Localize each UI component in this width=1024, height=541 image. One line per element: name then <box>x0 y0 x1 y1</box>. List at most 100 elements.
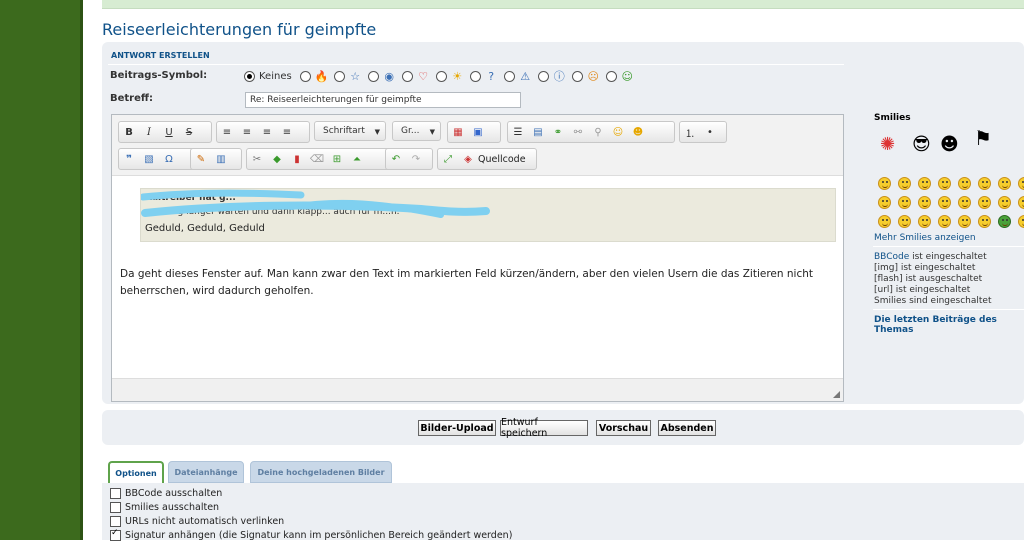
align-left-icon[interactable]: ≡ <box>217 122 237 142</box>
mrgreen-icon[interactable] <box>958 215 971 228</box>
tab-attachments[interactable]: Dateianhänge <box>168 461 244 483</box>
dizzy-smiley-icon[interactable]: ✺ <box>880 134 895 155</box>
radio-info[interactable] <box>537 71 549 82</box>
mad-icon[interactable] <box>938 196 951 209</box>
undo-icon[interactable]: ↶ <box>386 149 406 169</box>
wink-icon[interactable] <box>918 177 931 190</box>
bullet-list-icon[interactable]: • <box>700 122 720 142</box>
option-attach-signature[interactable]: Signatur anhängen (die Signatur kann im … <box>110 528 512 541</box>
confused-icon[interactable] <box>938 177 951 190</box>
evil-icon[interactable] <box>978 196 991 209</box>
bold-button[interactable]: B <box>119 122 139 142</box>
link-icon[interactable]: ⚭ <box>548 122 568 142</box>
maximize-icon[interactable]: ⤢ <box>438 149 458 169</box>
fan-smiley-icon[interactable]: ☻ <box>940 134 959 155</box>
save-draft-button[interactable]: Entwurf speichern <box>500 417 588 439</box>
radio-heart[interactable] <box>401 71 413 82</box>
rolleyes-icon[interactable] <box>898 196 911 209</box>
upload-button[interactable]: Bilder-Upload <box>418 420 496 436</box>
list-insert-icon[interactable]: ☰ <box>508 122 528 142</box>
image-insert-icon[interactable]: ▣ <box>468 122 488 142</box>
map-icon[interactable]: ◆ <box>267 149 287 169</box>
france-smiley-icon[interactable]: ⚑ <box>974 126 992 150</box>
up-icon[interactable]: ⏶ <box>347 149 367 169</box>
italic-button[interactable]: I <box>139 122 159 142</box>
smile-icon[interactable] <box>878 177 891 190</box>
idea-icon[interactable] <box>918 215 931 228</box>
ordered-list-icon[interactable]: ⒈ <box>680 122 700 142</box>
align-justify-icon[interactable]: ≡ <box>277 122 297 142</box>
grid-icon[interactable]: ⊞ <box>327 149 347 169</box>
strike-button[interactable]: S <box>179 122 199 142</box>
shock-icon[interactable] <box>998 177 1011 190</box>
pdf-icon[interactable]: ▮ <box>287 149 307 169</box>
symbol-icon[interactable]: Ω <box>159 149 179 169</box>
question-smiley-icon[interactable] <box>898 215 911 228</box>
razz-icon[interactable] <box>958 196 971 209</box>
laugh-icon[interactable] <box>958 177 971 190</box>
radio-shocked[interactable] <box>367 71 379 82</box>
checkbox[interactable] <box>110 488 121 499</box>
checkbox[interactable] <box>110 516 121 527</box>
neutral-icon[interactable] <box>1018 196 1024 209</box>
resize-grip-icon[interactable] <box>833 391 840 398</box>
radio-star[interactable] <box>333 71 345 82</box>
redo-icon[interactable]: ↷ <box>406 149 426 169</box>
doc-icon[interactable]: ▥ <box>211 149 231 169</box>
quote-icon[interactable]: ❞ <box>119 149 139 169</box>
media-group: ✎ ▥ <box>190 148 242 170</box>
scissors-icon[interactable]: ✂ <box>247 149 267 169</box>
align-group: ≡ ≡ ≡ ≡ <box>216 121 310 143</box>
exclaim-icon[interactable] <box>878 215 891 228</box>
submit-button[interactable]: Absenden <box>658 420 716 436</box>
preview-button[interactable]: Vorschau <box>596 420 651 436</box>
source-button[interactable]: Quellcode <box>478 154 526 165</box>
more-smilies-link[interactable]: Mehr Smilies anzeigen <box>874 233 976 243</box>
checkbox[interactable] <box>110 502 121 513</box>
grin-icon[interactable] <box>898 177 911 190</box>
radio-fire[interactable] <box>299 71 311 82</box>
cool-icon[interactable] <box>1018 177 1024 190</box>
option-disable-bbcode[interactable]: BBCode ausschalten <box>110 488 222 499</box>
smiley-icon[interactable]: ☻ <box>628 122 648 142</box>
green-smiley-icon[interactable] <box>998 215 1011 228</box>
anchor-icon[interactable]: ⚲ <box>588 122 608 142</box>
align-right-icon[interactable]: ≡ <box>257 122 277 142</box>
radio-none[interactable] <box>244 71 255 82</box>
tongue-icon[interactable] <box>878 196 891 209</box>
radio-question[interactable] <box>469 71 481 82</box>
twisted-icon[interactable] <box>998 196 1011 209</box>
table-icon[interactable]: ▤ <box>528 122 548 142</box>
align-center-icon[interactable]: ≡ <box>237 122 257 142</box>
list-group: ⒈ • <box>679 121 727 143</box>
radio-warning[interactable] <box>503 71 515 82</box>
arrow-icon[interactable] <box>938 215 951 228</box>
subject-input[interactable]: Re: Reiseerleichterungen für geimpfte <box>245 92 521 108</box>
smiley-menu-icon[interactable]: ☺ <box>608 122 628 142</box>
underline-button[interactable]: U <box>159 122 179 142</box>
clear-format-icon[interactable]: ⌫ <box>307 149 327 169</box>
code-icon[interactable]: ▧ <box>139 149 159 169</box>
option-no-autolink[interactable]: URLs nicht automatisch verlinken <box>110 516 284 527</box>
radio-happy[interactable] <box>605 71 617 82</box>
tab-uploaded-images[interactable]: Deine hochgeladenen Bilder <box>250 461 392 483</box>
edit-doc-icon[interactable]: ✎ <box>191 149 211 169</box>
radio-sun[interactable] <box>435 71 447 82</box>
tab-options[interactable]: Optionen <box>108 461 164 483</box>
checkbox[interactable] <box>110 528 121 541</box>
source-icon[interactable]: ◈ <box>458 149 478 169</box>
size-select[interactable]: Gr... ▼ <box>392 121 441 141</box>
eek-icon[interactable] <box>978 177 991 190</box>
color-picker-icon[interactable]: ▦ <box>448 122 468 142</box>
option-disable-smilies[interactable]: Smilies ausschalten <box>110 502 219 513</box>
radio-surprised[interactable] <box>571 71 583 82</box>
nerd-icon[interactable] <box>1018 215 1024 228</box>
bbcode-link[interactable]: BBCode <box>874 252 909 262</box>
cry-icon[interactable] <box>978 215 991 228</box>
unlink-icon[interactable]: ⚯ <box>568 122 588 142</box>
font-select[interactable]: Schriftart ▼ <box>314 121 386 141</box>
cool-smiley-icon[interactable]: 😎 <box>912 134 931 155</box>
sad-icon[interactable] <box>918 196 931 209</box>
editor-content[interactable]: Kaltreiber hat g... ... wenig länger war… <box>112 176 843 378</box>
last-posts-link[interactable]: Die letzten Beiträge des Themas <box>874 315 1014 335</box>
